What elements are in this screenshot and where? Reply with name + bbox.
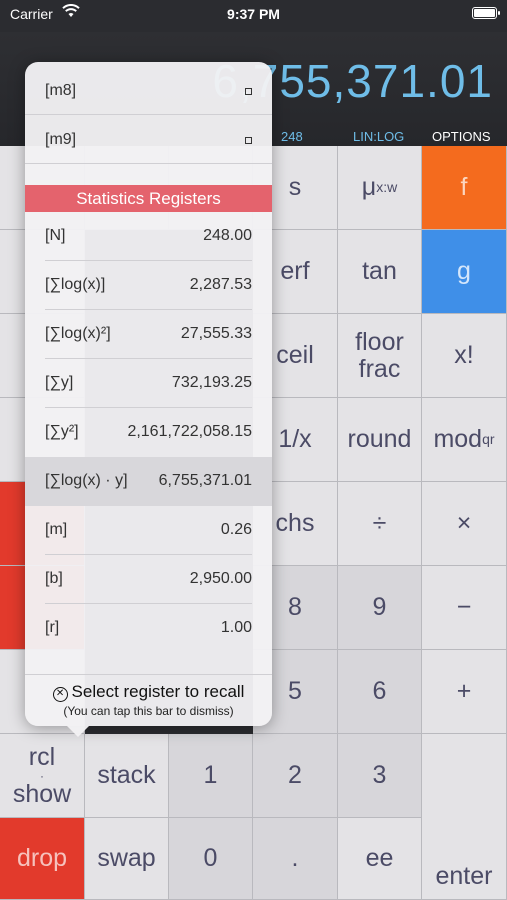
register-n[interactable]: [N] 248.00 [25, 212, 272, 261]
key-swap[interactable]: swap [85, 818, 169, 900]
key-mean[interactable]: μ x:w [338, 146, 422, 230]
key-round[interactable]: round [338, 398, 422, 482]
register-sum-logx-sq[interactable]: [∑log(x)²] 27,555.33 [25, 310, 272, 359]
key-mod[interactable]: mod qr [422, 398, 507, 482]
key-9[interactable]: 9 [338, 566, 422, 650]
battery-icon [472, 7, 500, 19]
empty-square-icon [245, 88, 252, 95]
key-stack[interactable]: stack [85, 734, 169, 818]
key-tan[interactable]: tan [338, 230, 422, 314]
divider [25, 163, 272, 164]
empty-square-icon [245, 137, 252, 144]
mode-toggle[interactable]: LIN:LOG [353, 129, 404, 144]
options-button[interactable]: OPTIONS [432, 129, 491, 144]
key-f-shift[interactable]: f [422, 146, 507, 230]
section-header-statistics: Statistics Registers [25, 185, 272, 212]
key-2[interactable]: 2 [253, 734, 338, 818]
key-decimal[interactable]: . [253, 818, 338, 900]
dismiss-bar[interactable]: ✕ Select register to recall (You can tap … [25, 674, 272, 726]
close-circle-icon: ✕ [52, 687, 68, 702]
key-floor-frac[interactable]: floor frac [338, 314, 422, 398]
key-g-shift[interactable]: g [422, 230, 507, 314]
clock: 9:37 PM [227, 6, 280, 22]
key-1[interactable]: 1 [169, 734, 253, 818]
key-enter[interactable]: enter [422, 734, 507, 900]
register-m9[interactable]: [m9] [25, 115, 272, 164]
status-bar: Carrier 9:37 PM [0, 0, 507, 32]
register-m[interactable]: [m] 0.26 [25, 506, 272, 555]
key-drop[interactable]: drop [0, 818, 85, 900]
key-ee[interactable]: ee [338, 818, 422, 900]
register-sum-y-sq[interactable]: [∑y²] 2,161,722,058.15 [25, 408, 272, 457]
register-sum-y[interactable]: [∑y] 732,193.25 [25, 359, 272, 408]
key-3[interactable]: 3 [338, 734, 422, 818]
register-b[interactable]: [b] 2,950.00 [25, 555, 272, 604]
key-divide[interactable]: ÷ [338, 482, 422, 566]
register-m8[interactable]: [m8] [25, 66, 272, 115]
stats-count: 248 [281, 129, 303, 144]
register-r[interactable]: [r] 1.00 [25, 604, 272, 653]
register-sum-logx-y[interactable]: [∑log(x) · y] 6,755,371.01 [25, 457, 272, 506]
key-rcl-show[interactable]: rcl · show [0, 734, 85, 818]
key-subtract[interactable]: − [422, 566, 507, 650]
register-popup: [m8] [m9] Statistics Registers [N] 248.0… [25, 62, 272, 737]
register-sum-logx[interactable]: [∑log(x)] 2,287.53 [25, 261, 272, 310]
dot-divider: · [40, 768, 44, 783]
key-multiply[interactable]: × [422, 482, 507, 566]
key-add[interactable]: + [422, 650, 507, 734]
key-factorial[interactable]: x! [422, 314, 507, 398]
key-0[interactable]: 0 [169, 818, 253, 900]
key-6[interactable]: 6 [338, 650, 422, 734]
